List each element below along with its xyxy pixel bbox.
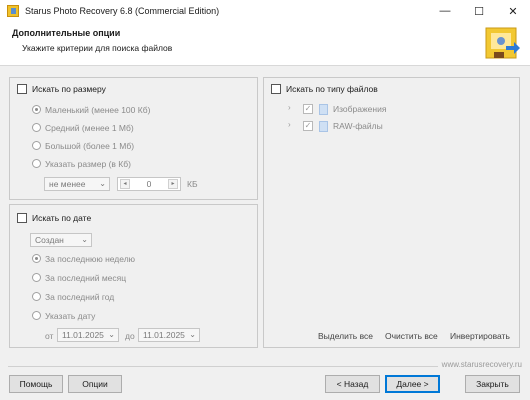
size-medium-label: Средний (менее 1 Мб) <box>45 123 134 133</box>
date-type-select[interactable]: Создан ⌄ <box>30 233 92 247</box>
maximize-button[interactable]: ☐ <box>462 0 496 22</box>
size-condition-select[interactable]: не менее ⌄ <box>44 177 110 191</box>
date-to-picker[interactable]: 11.01.2025 ⌄ <box>138 328 200 342</box>
size-unit-label: КБ <box>187 179 198 189</box>
help-button[interactable]: Помощь <box>9 375 63 393</box>
expand-arrow-icon[interactable]: › <box>288 103 291 112</box>
size-large-radio[interactable] <box>32 141 41 150</box>
wizard-header: Дополнительные опции Укажите критерии дл… <box>0 22 530 66</box>
search-by-date-label: Искать по дате <box>32 213 92 223</box>
checkbox-checked-icon[interactable]: ✓ <box>303 121 313 131</box>
size-custom-radio[interactable] <box>32 159 41 168</box>
search-by-date-checkbox[interactable] <box>17 213 27 223</box>
wizard-logo-icon <box>485 27 520 59</box>
date-from-picker[interactable]: 11.01.2025 ⌄ <box>57 328 119 342</box>
date-week-label: За последнюю неделю <box>45 254 136 264</box>
checkbox-checked-icon[interactable]: ✓ <box>303 104 313 114</box>
next-button[interactable]: Далее > <box>385 375 440 393</box>
invert-selection-button[interactable]: Инвертировать <box>450 331 510 341</box>
chevron-down-icon: ⌄ <box>99 179 106 188</box>
date-year-label: За последний год <box>45 292 115 302</box>
date-custom-label: Указать дату <box>45 311 96 321</box>
search-by-size-label: Искать по размеру <box>32 84 106 94</box>
tree-item-raw[interactable]: › ✓ RAW-файлы <box>288 119 488 133</box>
chevron-down-icon: ⌄ <box>81 235 88 244</box>
size-medium-radio[interactable] <box>32 123 41 132</box>
size-small-label: Маленький (менее 100 Кб) <box>45 105 151 115</box>
size-large-label: Большой (более 1 Мб) <box>45 141 135 151</box>
tree-item-label: Изображения <box>333 104 387 114</box>
tree-item-images[interactable]: › ✓ Изображения <box>288 102 488 116</box>
date-from-value: 11.01.2025 <box>62 330 104 340</box>
chevron-down-icon: ⌄ <box>189 330 196 339</box>
back-button[interactable]: < Назад <box>325 375 380 393</box>
date-custom-radio[interactable] <box>32 311 41 320</box>
app-icon <box>7 5 19 17</box>
date-type-value: Создан <box>35 235 64 245</box>
date-to-label: до <box>125 331 135 341</box>
close-button[interactable]: Закрыть <box>465 375 520 393</box>
date-month-radio[interactable] <box>32 273 41 282</box>
size-panel: Искать по размеру Маленький (менее 100 К… <box>9 77 258 200</box>
size-value-stepper[interactable]: 0 ◂ ▸ <box>117 177 181 191</box>
search-by-type-checkbox[interactable] <box>271 84 281 94</box>
footer-divider <box>8 366 438 367</box>
folder-icon <box>319 121 328 132</box>
decrement-icon[interactable]: ◂ <box>120 179 130 189</box>
folder-icon <box>319 104 328 115</box>
date-panel: Искать по дате Создан ⌄ За последнюю нед… <box>9 204 258 348</box>
increment-icon[interactable]: ▸ <box>168 179 178 189</box>
expand-arrow-icon[interactable]: › <box>288 120 291 129</box>
tree-item-label: RAW-файлы <box>333 121 383 131</box>
file-type-panel: Искать по типу файлов <box>263 77 520 348</box>
clear-all-button[interactable]: Очистить все <box>385 331 438 341</box>
page-subtitle: Укажите критерии для поиска файлов <box>22 43 173 53</box>
size-condition-value: не менее <box>49 179 86 189</box>
search-by-size-checkbox[interactable] <box>17 84 27 94</box>
website-link[interactable]: www.starusrecovery.ru <box>442 360 522 369</box>
search-by-type-label: Искать по типу файлов <box>286 84 378 94</box>
size-small-radio[interactable] <box>32 105 41 114</box>
page-title: Дополнительные опции <box>12 28 121 38</box>
window-title: Starus Photo Recovery 6.8 (Commercial Ed… <box>25 6 220 16</box>
options-button[interactable]: Опции <box>68 375 122 393</box>
size-custom-label: Указать размер (в Кб) <box>45 159 131 169</box>
close-window-button[interactable]: ✕ <box>496 0 530 22</box>
date-from-label: от <box>45 331 54 341</box>
title-bar: Starus Photo Recovery 6.8 (Commercial Ed… <box>0 0 530 22</box>
select-all-button[interactable]: Выделить все <box>318 331 373 341</box>
minimize-button[interactable]: — <box>428 0 462 22</box>
date-month-label: За последний месяц <box>45 273 127 283</box>
chevron-down-icon: ⌄ <box>108 330 115 339</box>
date-year-radio[interactable] <box>32 292 41 301</box>
date-to-value: 11.01.2025 <box>143 330 185 340</box>
date-week-radio[interactable] <box>32 254 41 263</box>
